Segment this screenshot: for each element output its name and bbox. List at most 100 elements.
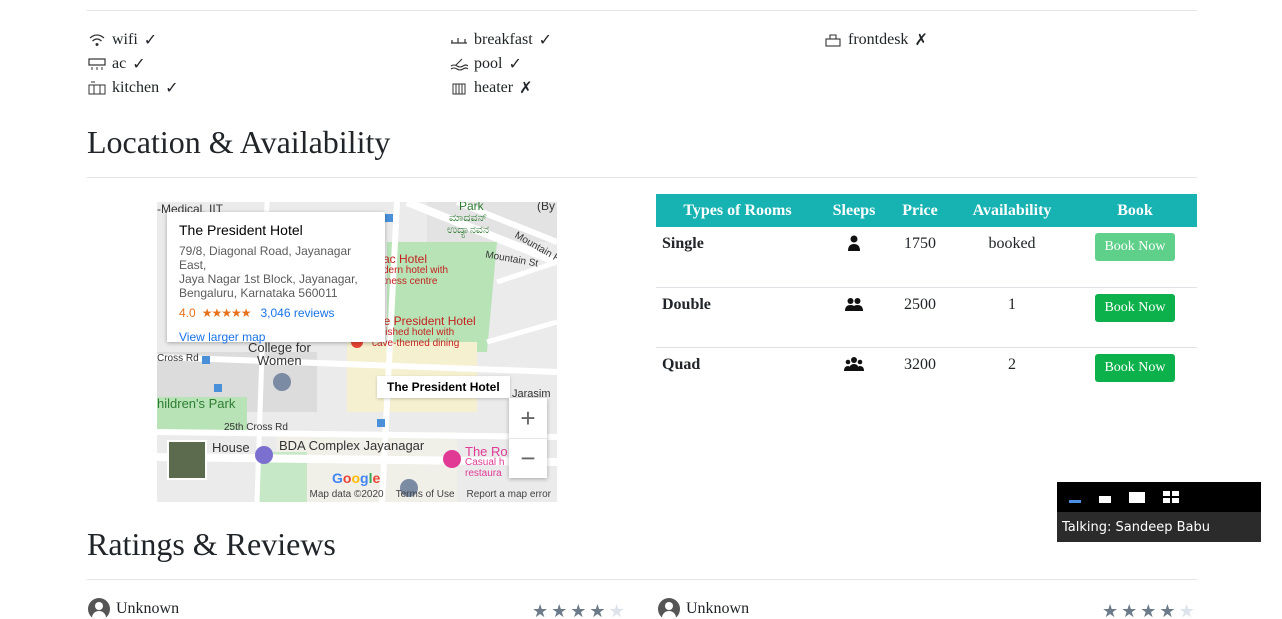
google-map[interactable]: -Medical, IIT Park (By ಮಾದವನ್ ಉದ್ಯಾನವನ M… [157,202,557,502]
rating-value: 4.0 [179,306,196,320]
view-larger-map-link[interactable]: View larger map [179,330,373,344]
room-price: 1750 [904,235,936,252]
map-label-house: House [212,440,250,455]
room-sleeps [819,346,889,407]
hotel-pin-icon [443,450,461,468]
room-availability: 1 [951,286,1073,347]
review-username: Unknown [116,600,180,617]
zoom-controls: + − [509,398,547,478]
star-icon: ★ [589,601,609,619]
place-card: The President Hotel 79/8, Diagonal Road,… [167,212,385,344]
room-type: Single [662,235,704,252]
map-label-president-sub-2: cave-themed dining [372,338,460,349]
room-availability: 2 [951,346,1073,407]
map-label-25th-cross: 25th Cross Rd [224,422,288,433]
person-icon [848,235,860,251]
amenity-ac: ac ✓ [88,54,146,74]
ratings-title: Ratings & Reviews [87,526,336,562]
room-book-cell: Book Now [1073,346,1197,407]
location-title: Location & Availability [87,124,391,160]
star-icon: ★ [1140,601,1160,619]
map-label-by: (By [537,202,555,213]
star-icon: ★ [1102,601,1122,619]
map-footer: Map data ©2020 Terms of Use Report a map… [310,489,551,500]
reviews-link[interactable]: 3,046 reviews [260,306,334,320]
avatar-icon [88,598,110,619]
report-error-link[interactable]: Report a map error [467,489,551,500]
room-price: 2500 [889,286,951,347]
header-book: Book [1073,194,1197,227]
pool-icon [450,58,468,71]
star-icon: ★ [1159,601,1179,619]
layout-toolbar [1057,482,1261,512]
header-price: Price [889,194,951,227]
small-view-icon[interactable] [1099,495,1111,503]
header-types: Types of Rooms [656,194,819,227]
place-card-address-1: 79/8, Diagonal Road, Jayanagar East, [179,244,352,272]
star-empty-icon: ★ [1178,601,1198,619]
map-label-hotel-red-1: ac Hotel [383,252,428,266]
room-price: 3200 [889,346,951,407]
header-sleeps: Sleeps [819,194,889,227]
room-book-cell: Book Now [1073,286,1197,347]
breakfast-icon [451,38,467,44]
grid-view-icon[interactable] [1163,491,1179,503]
amenity-breakfast: breakfast ✓ [450,30,552,50]
zoom-in-button[interactable]: + [509,398,547,438]
room-sleeps [819,286,889,347]
review-stars: ★★★★★ [532,601,628,619]
amenity-pool: pool ✓ [450,54,522,74]
minimize-icon[interactable] [1069,499,1081,503]
room-book-cell: Book Now [1073,227,1197,287]
avatar-icon [658,598,680,619]
rooms-table-header: Types of Rooms Sleeps Price Availability… [656,194,1197,227]
terms-link[interactable]: Terms of Use [396,489,455,500]
map-label-hotel-red-2: dern hotel with [383,265,449,276]
table-row: Single 1750 booked Book Now [656,227,1197,287]
map-label-president-sub-1: lished hotel with [383,327,455,338]
review-user: Unknown [88,598,179,619]
place-card-address-2: Jaya Nagar 1st Block, Jayanagar, [179,272,358,286]
star-icon: ★ [532,601,552,619]
amenity-heater: heater ✗ [450,78,532,98]
table-row: Quad 3200 2 Book Now [656,346,1197,407]
star-icon: ★ [570,601,590,619]
amenity-kitchen: kitchen ✓ [88,78,179,98]
voice-chat-widget: Talking: Sandeep Babu [1057,482,1261,542]
satellite-toggle[interactable] [167,440,207,480]
place-card-address-3: Bengaluru, Karnataka 560011 [179,286,338,300]
book-now-button[interactable]: Book Now [1095,233,1175,261]
room-type: Double [656,286,819,347]
table-row: Double 2500 1 Book Now [656,286,1197,347]
college-pin-icon [273,373,291,391]
header-availability: Availability [951,194,1073,227]
group-icon [844,356,864,371]
book-now-button[interactable]: Book Now [1095,293,1175,322]
talking-label: Talking: Sandeep Babu [1057,512,1261,542]
star-empty-icon: ★ [608,601,628,619]
map-pin-label: The President Hotel [377,376,510,398]
room-type: Quad [656,346,819,407]
map-label-bda: BDA Complex Jayanagar [279,438,425,453]
map-label-college-2: Women [257,353,302,368]
place-card-rating: 4.0 ★★★★★ 3,046 reviews [179,306,373,320]
book-now-button[interactable]: Book Now [1095,353,1175,382]
zoom-out-button[interactable]: − [509,438,547,478]
large-view-icon[interactable] [1129,491,1145,503]
star-icon: ★ [1121,601,1141,619]
ac-icon [88,58,106,70]
rooms-table: Types of Rooms Sleeps Price Availability… [656,194,1197,407]
wifi-icon [89,34,105,46]
room-sleeps [819,227,889,287]
map-label-president-red: he President Hotel [377,314,476,328]
two-persons-icon [845,297,863,311]
room-availability: booked [988,235,1036,252]
location-divider [87,177,1197,178]
top-divider [87,10,1197,11]
map-label-cross-rd: Cross Rd [157,353,199,364]
map-data-text: Map data ©2020 [309,489,384,500]
heater-icon [452,83,466,95]
ratings-divider [87,579,1197,580]
rating-stars-icon: ★★★★★ [201,306,252,320]
kitchen-icon [88,81,106,95]
